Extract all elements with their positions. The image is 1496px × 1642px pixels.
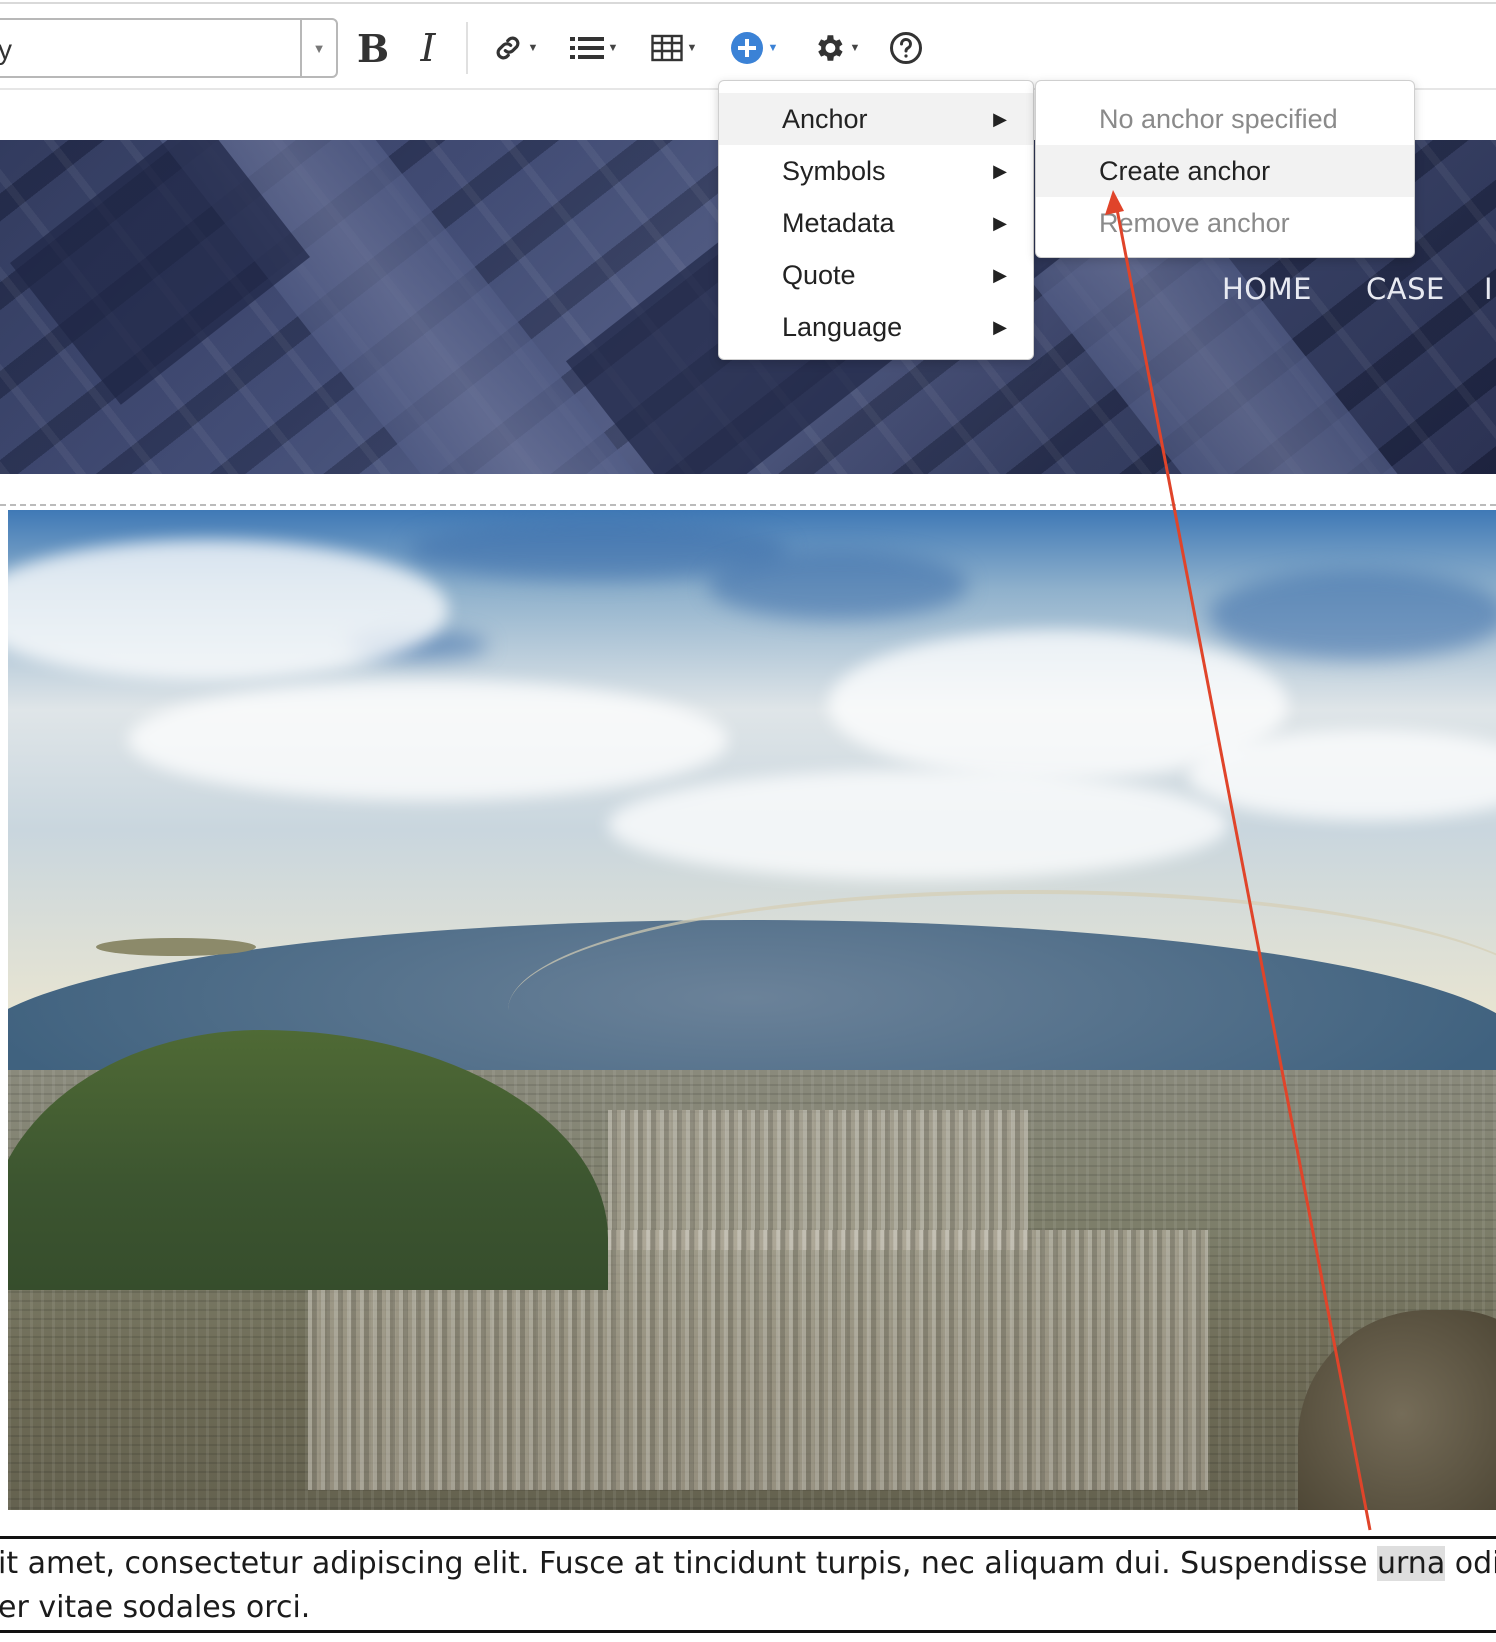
menu-item-label: Language	[782, 312, 903, 342]
menu-item-label: Anchor	[782, 104, 868, 134]
menu-item-label: Metadata	[782, 208, 895, 238]
menu-item-create-anchor[interactable]: Create anchor	[1036, 145, 1414, 197]
gear-icon	[817, 35, 843, 61]
submenu-arrow-icon: ▶	[993, 317, 1007, 337]
menu-item-metadata[interactable]: Metadata ▶	[719, 197, 1033, 249]
chevron-down-icon: ▼	[527, 42, 539, 54]
insert-menu: Anchor ▶ Symbols ▶ Metadata ▶ Quote ▶ Langua…	[718, 80, 1034, 360]
chevron-down-icon: ▼	[312, 40, 326, 56]
paragraph-border-bottom	[0, 1630, 1496, 1633]
settings-button[interactable]: ▼	[806, 22, 866, 74]
editor-toolbar: y ▼ B I ▼ ▼ ▼ ▼ ▼	[0, 4, 1496, 90]
sky-patch	[708, 550, 968, 620]
paragraph-border-top	[0, 1536, 1496, 1539]
table-button[interactable]: ▼	[644, 22, 704, 74]
submenu-arrow-icon: ▶	[993, 109, 1007, 129]
bold-button[interactable]: B	[350, 22, 396, 74]
cloud	[8, 540, 448, 680]
nav-link-home[interactable]: HOME	[1222, 272, 1312, 306]
italic-button[interactable]: I	[408, 22, 448, 74]
bold-label: B	[356, 25, 390, 71]
insert-button[interactable]: ▼	[724, 22, 784, 74]
menu-item-quote[interactable]: Quote ▶	[719, 249, 1033, 301]
submenu-arrow-icon: ▶	[993, 161, 1007, 181]
selected-word[interactable]: urna	[1376, 1546, 1446, 1581]
menu-item-no-anchor-specified: No anchor specified	[1099, 104, 1338, 134]
italic-label: I	[420, 26, 436, 70]
text-run: it amet, consectetur adipiscing elit. Fu…	[0, 1546, 1377, 1581]
coastline	[508, 890, 1496, 1010]
plus-circle-icon	[730, 32, 763, 64]
cloud	[128, 680, 728, 800]
style-dropdown-value: y	[0, 34, 12, 65]
text-run: odio,	[1454, 1546, 1496, 1581]
list-button[interactable]: ▼	[564, 22, 624, 74]
nav-link-cut-off[interactable]: I	[1484, 272, 1493, 306]
image-block[interactable]	[0, 504, 1496, 1512]
anchor-submenu: No anchor specified Create anchor Remove…	[1035, 80, 1415, 258]
chevron-down-icon: ▼	[767, 42, 779, 54]
city-center	[608, 1110, 1028, 1250]
submenu-arrow-icon: ▶	[993, 213, 1007, 233]
link-icon	[496, 36, 519, 60]
cloud	[608, 770, 1228, 880]
paragraph-line-2[interactable]: er vitae sodales orci.	[0, 1590, 310, 1625]
island	[96, 938, 256, 956]
help-circle-icon	[890, 32, 922, 64]
chevron-down-icon: ▼	[607, 42, 619, 54]
menu-item-remove-anchor: Remove anchor	[1099, 208, 1290, 238]
chevron-down-icon: ▼	[686, 42, 698, 54]
submenu-arrow-icon: ▶	[993, 265, 1007, 285]
sky-patch	[1208, 570, 1496, 660]
city-landscape-photo[interactable]	[8, 510, 1496, 1510]
paragraph-line-1[interactable]: it amet, consectetur adipiscing elit. Fu…	[0, 1546, 1496, 1581]
menu-item-label: Symbols	[782, 156, 886, 186]
nav-link-case[interactable]: CASE	[1366, 272, 1445, 306]
style-dropdown-toggle[interactable]: ▼	[300, 20, 336, 76]
help-button[interactable]	[886, 22, 926, 74]
link-button[interactable]: ▼	[486, 22, 544, 74]
chevron-down-icon: ▼	[849, 42, 861, 54]
menu-item-label: Quote	[782, 260, 856, 290]
table-icon	[650, 34, 683, 62]
menu-item-anchor[interactable]: Anchor ▶	[719, 93, 1033, 145]
list-icon	[569, 37, 604, 59]
menu-item-symbols[interactable]: Symbols ▶	[719, 145, 1033, 197]
style-dropdown[interactable]: y ▼	[0, 18, 338, 78]
menu-item-language[interactable]: Language ▶	[719, 301, 1033, 353]
toolbar-separator	[466, 22, 468, 74]
